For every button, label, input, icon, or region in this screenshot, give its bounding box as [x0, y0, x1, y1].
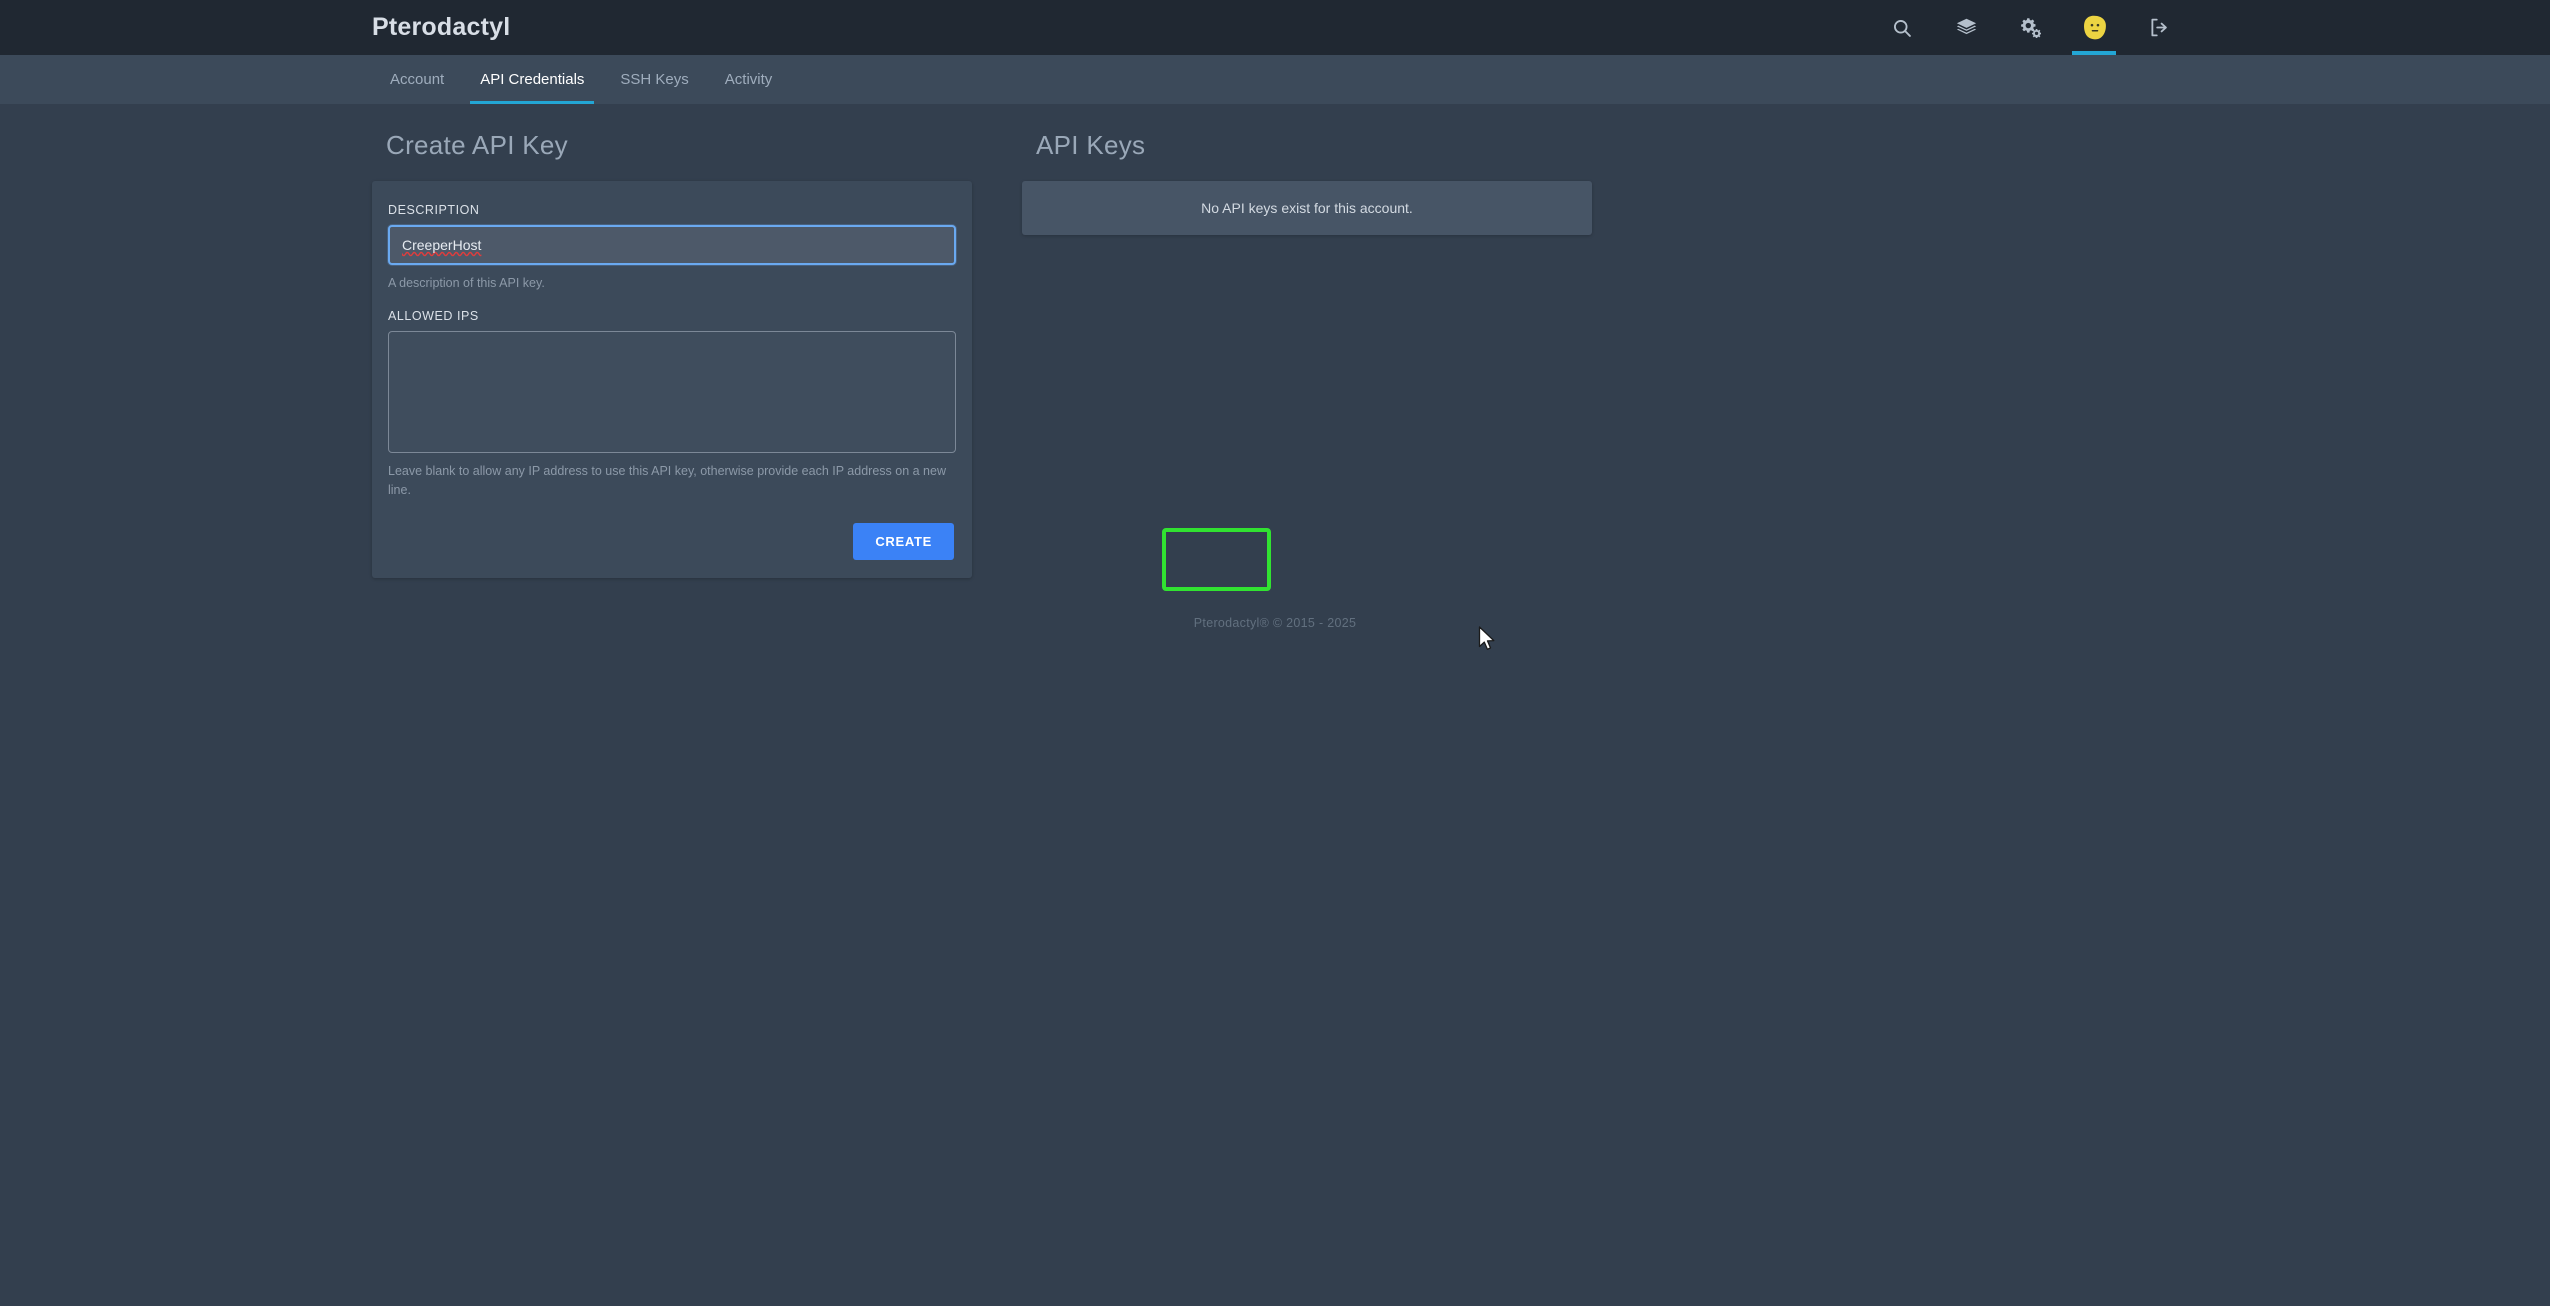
allowed-ips-label: ALLOWED IPS	[388, 308, 479, 323]
layers-icon[interactable]	[1934, 0, 1998, 55]
tab-activity-label: Activity	[724, 71, 773, 88]
tab-api-credentials-label: API Credentials	[480, 71, 585, 88]
create-api-key-column: Create API Key DESCRIPTION CreeperHost A…	[372, 130, 972, 579]
main-content: Create API Key DESCRIPTION CreeperHost A…	[360, 104, 2190, 579]
sub-navigation-bar: Account API Credentials SSH Keys Activit…	[0, 55, 2550, 104]
api-keys-column: API Keys No API keys exist for this acco…	[1022, 130, 1592, 578]
create-api-key-title: Create API Key	[386, 130, 568, 160]
search-icon[interactable]	[1870, 0, 1934, 55]
form-actions: CREATE	[388, 523, 956, 561]
api-keys-empty-message: No API keys exist for this account.	[1022, 181, 1592, 235]
header-icon-group	[1870, 0, 2190, 55]
description-input[interactable]: CreeperHost	[388, 225, 956, 265]
api-keys-title: API Keys	[1036, 130, 1146, 160]
mouse-cursor	[1478, 626, 1498, 659]
avatar-icon[interactable]	[2062, 0, 2126, 55]
cogs-icon[interactable]	[1998, 0, 2062, 55]
description-input-value: CreeperHost	[402, 237, 482, 253]
create-api-key-card: DESCRIPTION CreeperHost A description of…	[372, 181, 972, 579]
description-label: DESCRIPTION	[388, 203, 480, 217]
create-button[interactable]: CREATE	[853, 523, 954, 561]
tab-account-label: Account	[390, 71, 445, 88]
tab-api-credentials[interactable]: API Credentials	[462, 55, 602, 104]
tab-ssh-keys[interactable]: SSH Keys	[602, 55, 706, 104]
tab-ssh-keys-label: SSH Keys	[620, 71, 689, 88]
tab-activity[interactable]: Activity	[707, 55, 791, 104]
tab-account[interactable]: Account	[372, 55, 462, 104]
top-header-bar: Pterodactyl	[0, 0, 2550, 55]
logout-icon[interactable]	[2126, 0, 2190, 55]
allowed-ips-textarea[interactable]	[388, 330, 956, 453]
description-help-text: A description of this API key.	[388, 276, 545, 290]
brand-logo[interactable]: Pterodactyl	[360, 13, 510, 42]
page-footer: Pterodactyl® © 2015 - 2025	[1193, 616, 1357, 631]
allowed-ips-help-text: Leave blank to allow any IP address to u…	[388, 463, 946, 497]
